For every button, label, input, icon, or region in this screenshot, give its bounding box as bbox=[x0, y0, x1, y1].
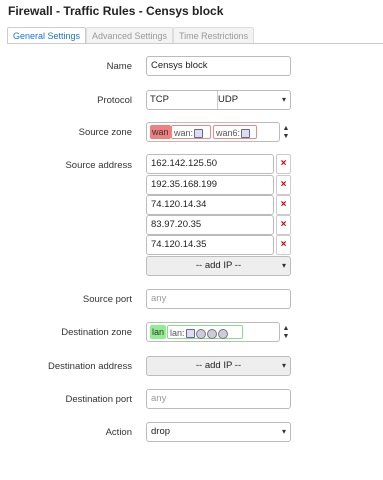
network-wan: wan: bbox=[171, 125, 211, 139]
action-value: drop bbox=[151, 426, 171, 437]
network-wan-label: wan: bbox=[174, 128, 194, 138]
protocol-tcp: TCP bbox=[147, 91, 218, 109]
wireless-icon bbox=[206, 328, 217, 339]
network-icon bbox=[241, 129, 251, 139]
source-zone-select[interactable]: wan wan: wan6: ▲ ▼ bbox=[146, 122, 289, 142]
destination-port-label: Destination port bbox=[65, 394, 132, 405]
spinner-down-icon[interactable]: ▼ bbox=[282, 133, 290, 141]
page-title: Firewall - Traffic Rules - Censys block bbox=[8, 4, 224, 18]
zone-badge-lan: lan bbox=[150, 325, 167, 339]
destination-zone-label: Destination zone bbox=[61, 327, 132, 338]
network-lan: lan: bbox=[167, 325, 243, 339]
wireless-icon bbox=[217, 328, 228, 339]
source-address-value: 83.97.20.35 bbox=[151, 219, 202, 230]
source-address-value: 162.142.125.50 bbox=[151, 158, 218, 169]
spinner-up-icon[interactable]: ▲ bbox=[282, 125, 290, 133]
name-label: Name bbox=[106, 61, 132, 72]
spinner-up-icon[interactable]: ▲ bbox=[282, 325, 290, 333]
remove-address-button[interactable]: × bbox=[276, 195, 291, 215]
chevron-down-icon: ▾ bbox=[281, 261, 286, 270]
network-wan6-label: wan6: bbox=[216, 128, 241, 138]
name-input[interactable]: Censys block bbox=[146, 56, 291, 76]
network-lan-label: lan: bbox=[170, 328, 185, 338]
destination-address-label: Destination address bbox=[48, 361, 132, 372]
destination-port-input[interactable]: any bbox=[146, 389, 291, 409]
source-address-label: Source address bbox=[65, 160, 132, 171]
destination-port-placeholder: any bbox=[151, 393, 167, 404]
protocol-udp: UDP bbox=[218, 94, 239, 105]
source-address-input-3[interactable]: 74.120.14.34 bbox=[146, 195, 274, 215]
chevron-down-icon: ▾ bbox=[281, 361, 286, 370]
network-wan6: wan6: bbox=[213, 125, 257, 139]
remove-address-button[interactable]: × bbox=[276, 235, 291, 255]
wireless-icon bbox=[195, 328, 206, 339]
source-address-input-1[interactable]: 162.142.125.50 bbox=[146, 154, 274, 174]
protocol-label: Protocol bbox=[97, 95, 132, 106]
action-label: Action bbox=[105, 427, 132, 438]
network-icon bbox=[194, 129, 204, 139]
tab-bar: General Settings Advanced Settings Time … bbox=[7, 27, 383, 44]
add-source-ip-select[interactable]: -- add IP -- ▾ bbox=[146, 256, 291, 276]
destination-zone-select[interactable]: lan lan: ▲ ▼ bbox=[146, 322, 289, 342]
add-ip-label: -- add IP -- bbox=[195, 360, 242, 371]
zone-badge-wan: wan bbox=[150, 125, 171, 139]
protocol-select[interactable]: TCP UDP ▾ bbox=[146, 90, 291, 110]
source-address-value: 74.120.14.34 bbox=[151, 199, 207, 210]
network-icon bbox=[185, 329, 195, 339]
spinner-down-icon[interactable]: ▼ bbox=[282, 333, 290, 341]
source-zone-label: Source zone bbox=[78, 127, 132, 138]
name-value: Censys block bbox=[151, 60, 208, 71]
source-address-input-5[interactable]: 74.120.14.35 bbox=[146, 235, 274, 255]
chevron-down-icon: ▾ bbox=[281, 427, 286, 436]
source-port-placeholder: any bbox=[151, 293, 167, 304]
tab-time-restrictions[interactable]: Time Restrictions bbox=[173, 27, 255, 43]
source-port-input[interactable]: any bbox=[146, 289, 291, 309]
remove-address-button[interactable]: × bbox=[276, 175, 291, 195]
tab-divider bbox=[7, 43, 383, 44]
remove-address-button[interactable]: × bbox=[276, 154, 291, 174]
source-address-value: 192.35.168.199 bbox=[151, 179, 218, 190]
source-address-value: 74.120.14.35 bbox=[151, 239, 207, 250]
source-address-input-2[interactable]: 192.35.168.199 bbox=[146, 175, 274, 195]
tab-general-settings[interactable]: General Settings bbox=[7, 27, 87, 44]
add-destination-ip-select[interactable]: -- add IP -- ▾ bbox=[146, 356, 291, 376]
remove-address-button[interactable]: × bbox=[276, 215, 291, 235]
add-ip-label: -- add IP -- bbox=[195, 260, 242, 271]
chevron-down-icon: ▾ bbox=[281, 95, 286, 104]
tab-advanced-settings[interactable]: Advanced Settings bbox=[86, 27, 174, 43]
source-address-input-4[interactable]: 83.97.20.35 bbox=[146, 215, 274, 235]
source-port-label: Source port bbox=[82, 294, 132, 305]
action-select[interactable]: drop ▾ bbox=[146, 422, 291, 442]
